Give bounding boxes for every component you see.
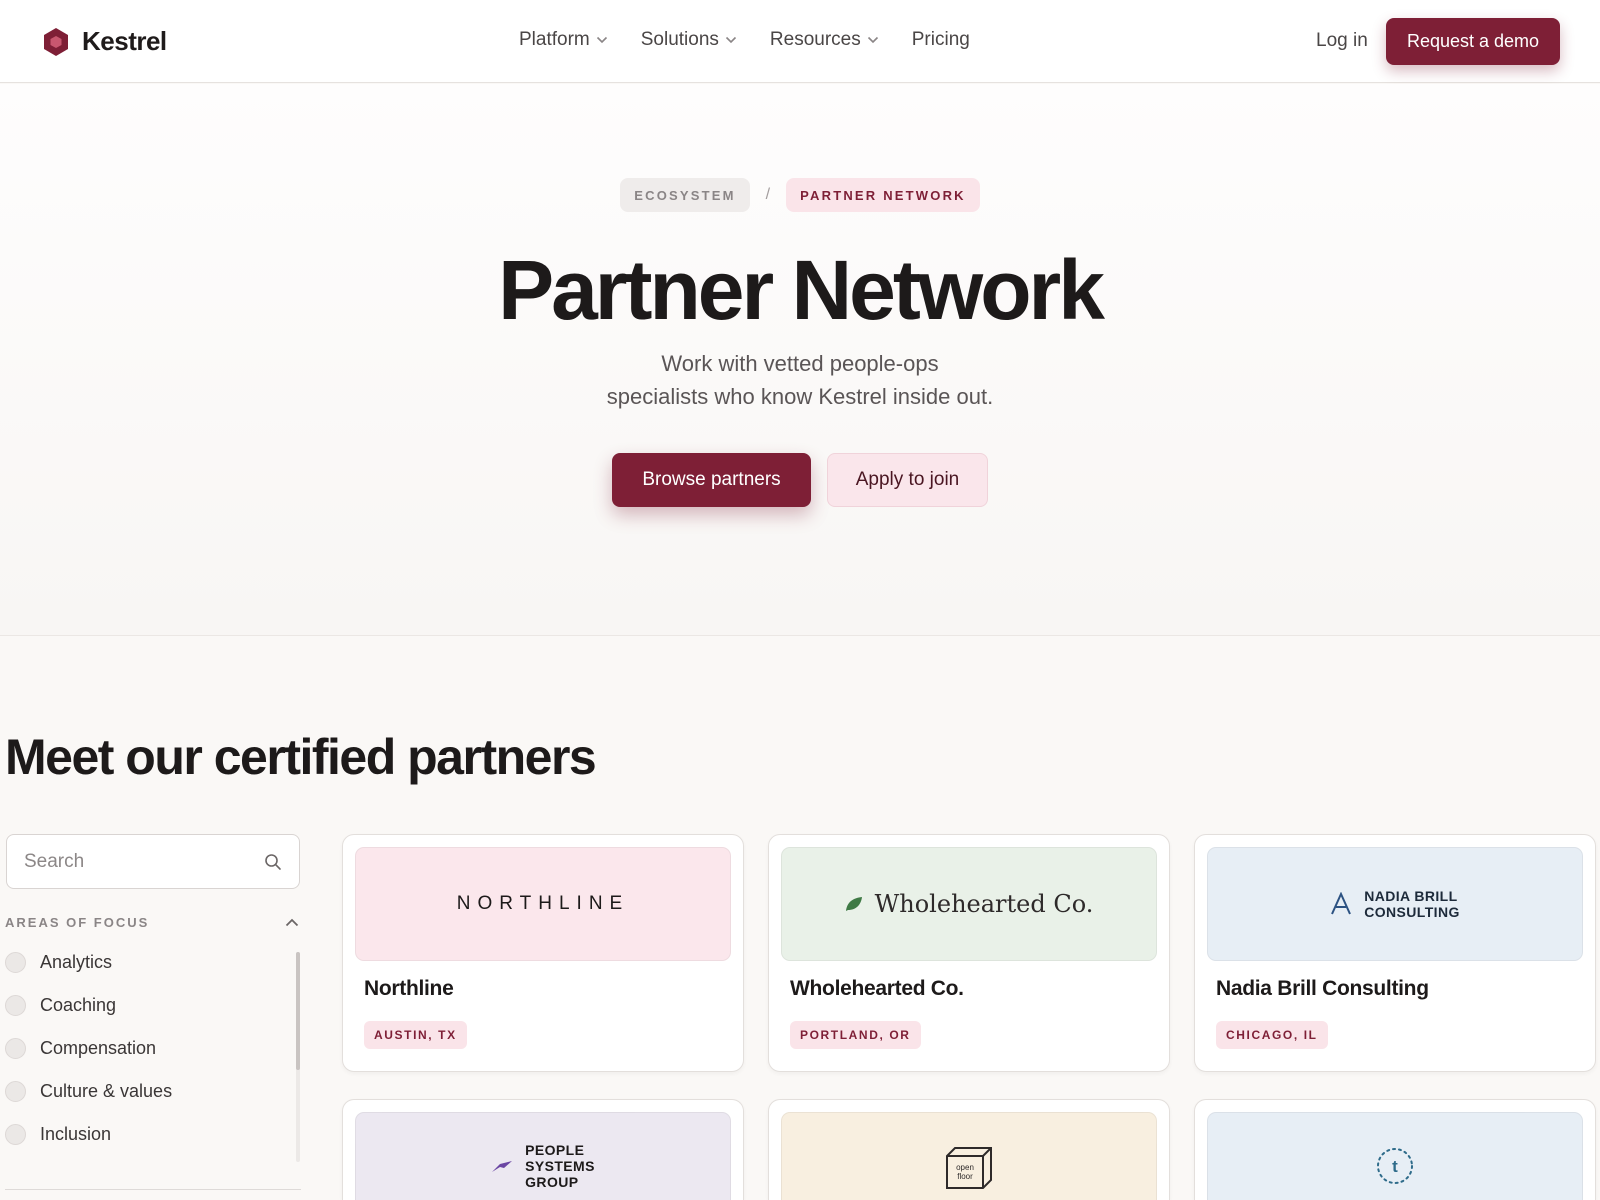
partner-card-people-systems[interactable]: PEOPLE SYSTEMS GROUP bbox=[342, 1099, 744, 1200]
filter-option-label: Compensation bbox=[40, 1038, 157, 1058]
nav-item-label: Pricing bbox=[911, 29, 970, 50]
filter-option-compensation[interactable]: Compensation bbox=[5, 1038, 156, 1059]
page-title: Partner Network bbox=[498, 243, 1105, 337]
brand-name: Kestrel bbox=[82, 26, 167, 56]
apply-to-join-button[interactable]: Apply to join bbox=[827, 453, 988, 507]
partner-logo: NORTHLINE bbox=[355, 847, 731, 961]
top-nav: Kestrel Platform Solutions Resources Pri… bbox=[0, 0, 1600, 83]
logo-line: CONSULTING bbox=[1364, 904, 1460, 920]
chevron-down-icon bbox=[596, 36, 607, 44]
focus-filter-list: Analytics Coaching Compensation Culture … bbox=[5, 952, 301, 1162]
filter-option-label: Culture & values bbox=[40, 1081, 173, 1101]
t-logo: t bbox=[1375, 1146, 1415, 1186]
partner-name: Nadia Brill Consulting bbox=[1216, 977, 1429, 1000]
hero: ECOSYSTEM / PARTNER NETWORK Partner Netw… bbox=[0, 84, 1600, 636]
radio-button[interactable] bbox=[5, 995, 26, 1016]
filter-option-coaching[interactable]: Coaching bbox=[5, 995, 116, 1016]
radio-button[interactable] bbox=[5, 1038, 26, 1059]
logo-line: NADIA BRILL bbox=[1364, 888, 1458, 904]
nav-item-label: Resources bbox=[769, 29, 861, 50]
chevron-down-icon bbox=[725, 36, 736, 44]
partner-name: Northline bbox=[364, 977, 454, 1000]
hero-subtitle: Work with vetted people-ops specialists … bbox=[500, 347, 1100, 413]
hero-subtitle-line-1: Work with vetted people-ops bbox=[661, 351, 939, 376]
partner-logo: PEOPLE SYSTEMS GROUP bbox=[355, 1112, 731, 1200]
radio-button[interactable] bbox=[5, 952, 26, 973]
request-demo-button[interactable]: Request a demo bbox=[1386, 18, 1560, 65]
partner-name: Wholehearted Co. bbox=[790, 977, 964, 1000]
hexagon-logo-icon bbox=[44, 27, 68, 56]
search-icon[interactable] bbox=[264, 853, 282, 871]
logo-line: PEOPLE bbox=[525, 1142, 585, 1158]
leaf-icon bbox=[845, 897, 862, 911]
filter-scrollbar-thumb[interactable] bbox=[296, 952, 300, 1070]
letter-a-icon bbox=[1331, 892, 1352, 915]
main-menu: Platform Solutions Resources Pricing bbox=[519, 29, 970, 51]
areas-of-focus-toggle[interactable]: AREAS OF FOCUS bbox=[5, 914, 301, 934]
search-input[interactable] bbox=[24, 841, 254, 882]
partner-card-open-floor[interactable]: open floor bbox=[768, 1099, 1170, 1200]
nav-item-resources[interactable]: Resources bbox=[770, 29, 879, 51]
dotted-circle-icon: t bbox=[1377, 1148, 1413, 1184]
partner-card-wholehearted[interactable]: Wholehearted Co. Wholehearted Co. PORTLA… bbox=[768, 834, 1170, 1072]
partner-logo: Wholehearted Co. bbox=[781, 847, 1157, 961]
breadcrumb-partner-network: PARTNER NETWORK bbox=[786, 178, 980, 212]
partner-card-nadia-brill[interactable]: NADIA BRILL CONSULTING Nadia Brill Consu… bbox=[1194, 834, 1596, 1072]
people-systems-logo-text: PEOPLE SYSTEMS GROUP bbox=[525, 1142, 595, 1190]
box-icon: open floor bbox=[946, 1147, 992, 1189]
logo-line: open bbox=[956, 1163, 974, 1172]
search-box bbox=[6, 834, 300, 889]
location-badge: AUSTIN, TX bbox=[364, 1021, 467, 1049]
open-floor-logo: open floor bbox=[943, 1142, 995, 1190]
chevron-up-icon bbox=[285, 918, 299, 927]
filter-option-label: Analytics bbox=[40, 952, 113, 972]
partner-logo: open floor bbox=[781, 1112, 1157, 1200]
filter-option-analytics[interactable]: Analytics bbox=[5, 952, 112, 973]
breadcrumb: ECOSYSTEM / PARTNER NETWORK bbox=[0, 178, 1600, 212]
location-badge: CHICAGO, IL bbox=[1216, 1021, 1328, 1049]
partner-card-northline[interactable]: NORTHLINE Northline AUSTIN, TX bbox=[342, 834, 744, 1072]
location-badge: PORTLAND, OR bbox=[790, 1021, 921, 1049]
hero-actions: Browse partners Apply to join bbox=[0, 453, 1600, 507]
filter-option-label: Inclusion bbox=[40, 1124, 112, 1144]
nav-item-solutions[interactable]: Solutions bbox=[641, 29, 737, 51]
radio-button[interactable] bbox=[5, 1124, 26, 1145]
logo-line: SYSTEMS bbox=[525, 1158, 595, 1174]
nav-item-platform[interactable]: Platform bbox=[519, 29, 608, 51]
brand[interactable]: Kestrel bbox=[42, 26, 167, 57]
radio-button[interactable] bbox=[5, 1081, 26, 1102]
wholehearted-logo: Wholehearted Co. bbox=[845, 890, 1094, 918]
breadcrumb-ecosystem[interactable]: ECOSYSTEM bbox=[620, 178, 750, 212]
partner-logo: t bbox=[1207, 1112, 1583, 1200]
bird-icon bbox=[492, 1161, 513, 1172]
section-title: Meet our certified partners bbox=[5, 729, 597, 785]
northline-logo-text: NORTHLINE bbox=[456, 893, 630, 914]
logo-line: GROUP bbox=[525, 1174, 579, 1190]
browse-partners-button[interactable]: Browse partners bbox=[612, 453, 811, 507]
breadcrumb-separator: / bbox=[765, 186, 771, 203]
hero-subtitle-line-2: specialists who know Kestrel inside out. bbox=[606, 384, 994, 409]
filter-divider bbox=[5, 1189, 301, 1190]
wholehearted-logo-text: Wholehearted Co. bbox=[874, 890, 1094, 918]
filter-option-inclusion[interactable]: Inclusion bbox=[5, 1124, 111, 1145]
nav-item-label: Solutions bbox=[640, 29, 719, 50]
nav-item-label: Platform bbox=[519, 29, 590, 50]
filter-option-label: Coaching bbox=[40, 995, 117, 1015]
partner-card-t[interactable]: t bbox=[1194, 1099, 1596, 1200]
nadia-brill-logo: NADIA BRILL CONSULTING bbox=[1330, 888, 1460, 920]
filter-option-culture-values[interactable]: Culture & values bbox=[5, 1081, 172, 1102]
filter-title: AREAS OF FOCUS bbox=[5, 915, 150, 930]
people-systems-logo: PEOPLE SYSTEMS GROUP bbox=[491, 1142, 595, 1190]
t-logo-letter: t bbox=[1392, 1157, 1398, 1176]
logo-line: floor bbox=[957, 1172, 973, 1181]
chevron-down-icon bbox=[867, 36, 878, 44]
partner-logo: NADIA BRILL CONSULTING bbox=[1207, 847, 1583, 961]
nadia-brill-logo-text: NADIA BRILL CONSULTING bbox=[1364, 888, 1460, 920]
nav-item-pricing[interactable]: Pricing bbox=[912, 29, 970, 51]
login-link[interactable]: Log in bbox=[1316, 30, 1368, 52]
